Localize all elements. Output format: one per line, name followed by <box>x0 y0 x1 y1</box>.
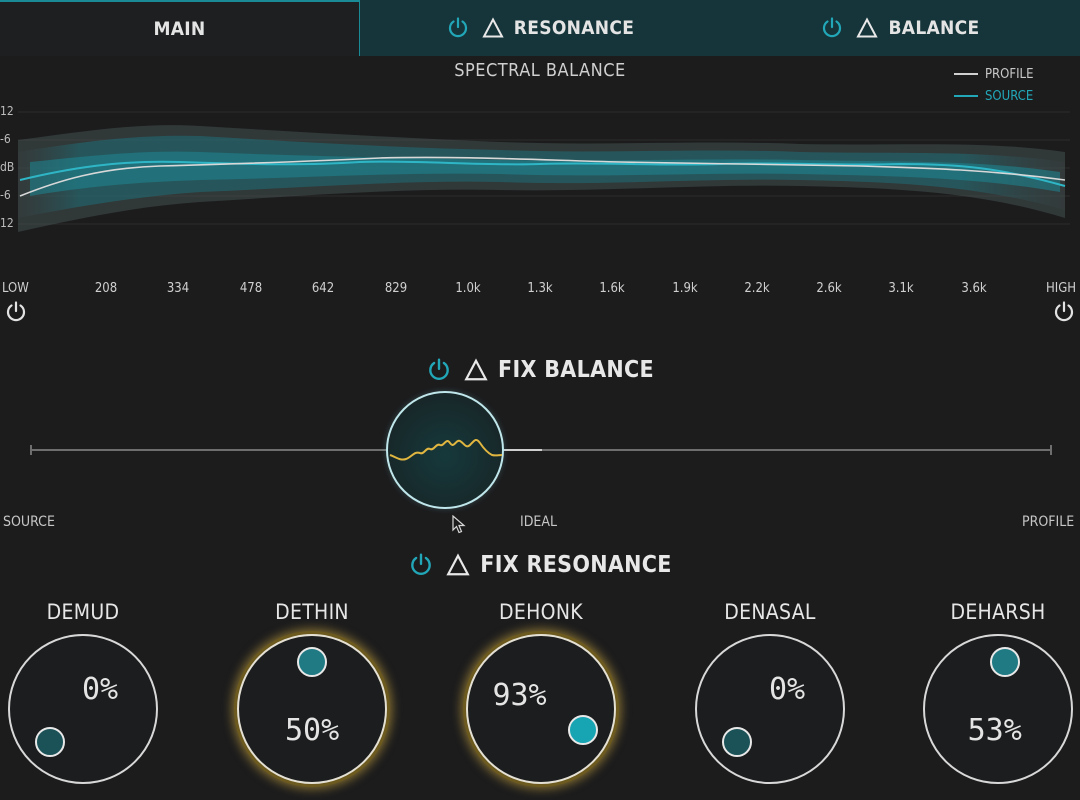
tab-main[interactable]: MAIN <box>0 0 360 56</box>
freq-label: 208 <box>94 281 118 296</box>
knob-title-demud: DEMUD <box>46 600 120 624</box>
knob-value: 0% <box>81 672 119 708</box>
legend-swatch <box>954 95 978 97</box>
freq-label: 478 <box>239 281 263 296</box>
slider-source-label: SOURCE <box>3 514 55 530</box>
freq-label: 3.1k <box>888 281 914 296</box>
legend-label: PROFILE <box>985 66 1034 82</box>
high-power-icon[interactable] <box>1052 300 1076 324</box>
tab-bar: MAIN RESONANCE BALANCE <box>0 0 1080 56</box>
tab-main-label: MAIN <box>153 18 206 40</box>
low-power-icon[interactable] <box>4 300 28 324</box>
knob-title-deharsh: DEHARSH <box>950 600 1046 624</box>
freq-label: 3.6k <box>961 281 987 296</box>
dethin-knob[interactable]: 50% <box>237 634 387 784</box>
slider-ideal-label: IDEAL <box>520 514 557 530</box>
freq-label: 2.2k <box>744 281 770 296</box>
knob-title-dethin: DETHIN <box>275 600 349 624</box>
freq-label: 1.3k <box>527 281 553 296</box>
spectrum-graph <box>18 111 1070 232</box>
knob-indicator <box>34 727 65 758</box>
slider-end-tick <box>1050 445 1052 455</box>
balance-slider-fill <box>500 449 542 451</box>
legend-item-profile: PROFILE <box>954 63 1033 85</box>
delta-icon[interactable] <box>464 358 488 382</box>
legend-swatch <box>954 73 978 75</box>
mouse-cursor-icon <box>452 515 466 535</box>
spectral-balance-title: SPECTRAL BALANCE <box>454 60 626 81</box>
knob-indicator <box>721 727 752 758</box>
tab-resonance-label: RESONANCE <box>513 17 635 39</box>
delta-icon[interactable] <box>856 17 879 39</box>
knob-indicator <box>989 647 1020 678</box>
slider-end-tick <box>30 445 32 455</box>
freq-label: 2.6k <box>816 281 842 296</box>
slider-profile-label: PROFILE <box>1022 514 1075 530</box>
deharsh-knob[interactable]: 53% <box>923 634 1073 784</box>
knob-indicator <box>297 647 327 677</box>
knob-value: 93% <box>492 678 547 714</box>
denasal-knob[interactable]: 0% <box>695 634 845 784</box>
power-icon[interactable] <box>408 552 434 578</box>
dehonk-knob[interactable]: 93% <box>466 634 616 784</box>
low-label: LOW <box>2 281 29 296</box>
fix-resonance-title: FIX RESONANCE <box>480 552 672 578</box>
tab-resonance[interactable]: RESONANCE <box>361 0 719 56</box>
balance-slider-handle[interactable] <box>386 391 504 509</box>
knob-value: 0% <box>768 672 806 708</box>
fix-balance-title: FIX BALANCE <box>498 357 654 383</box>
knob-value: 50% <box>285 713 340 748</box>
power-icon[interactable] <box>426 357 452 383</box>
tab-balance[interactable]: BALANCE <box>720 0 1080 56</box>
delta-icon[interactable] <box>482 17 504 39</box>
waveform-icon <box>389 438 502 461</box>
freq-label: 1.6k <box>599 281 625 296</box>
power-icon[interactable] <box>446 16 470 40</box>
fix-resonance-header: FIX RESONANCE <box>0 552 1080 578</box>
freq-label: 1.9k <box>672 281 698 296</box>
delta-icon[interactable] <box>446 553 470 577</box>
knob-value: 53% <box>967 712 1022 748</box>
fix-balance-header: FIX BALANCE <box>0 357 1080 383</box>
knob-title-dehonk: DEHONK <box>499 600 583 624</box>
freq-label: 829 <box>384 281 408 296</box>
knob-title-denasal: DENASAL <box>724 600 816 624</box>
knob-indicator <box>568 714 599 745</box>
freq-label: 1.0k <box>455 281 481 296</box>
demud-knob[interactable]: 0% <box>8 634 158 784</box>
freq-label: 334 <box>166 281 190 296</box>
high-label: HIGH <box>1046 281 1077 296</box>
power-icon[interactable] <box>820 16 844 40</box>
freq-label: 642 <box>311 281 335 296</box>
tab-balance-label: BALANCE <box>888 17 980 39</box>
